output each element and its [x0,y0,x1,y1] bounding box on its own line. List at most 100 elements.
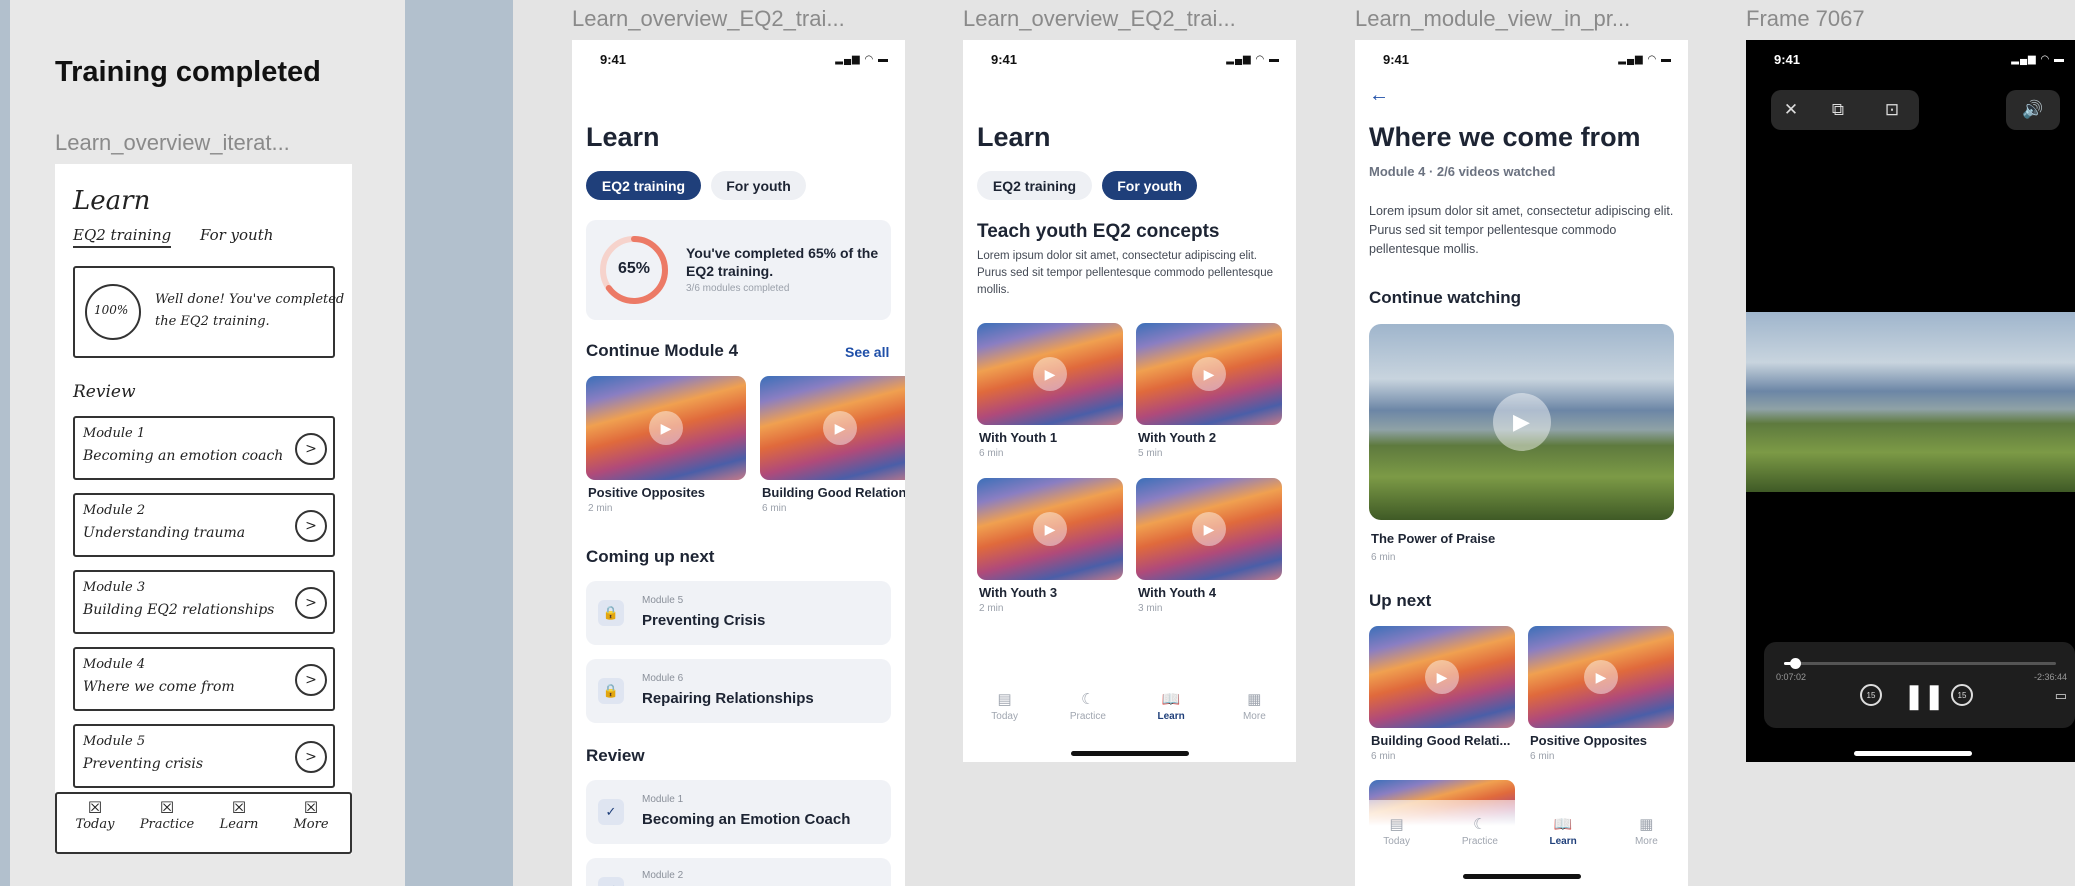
wireframe-progress-label: 100% [94,303,129,317]
video-duration: 3 min [1138,603,1163,614]
wireframe-module-row[interactable]: Module 5 Preventing crisis > [73,724,335,788]
today-icon: ▤ [1389,816,1404,833]
video-title: With Youth 1 [979,430,1058,445]
frame-label-screen3[interactable]: Learn_module_view_in_pr... [1355,6,1630,32]
video-thumbnail[interactable]: ▶ [586,376,746,480]
frame-label-screen2[interactable]: Learn_overview_EQ2_trai... [963,6,1236,32]
wireframe-module-row[interactable]: Module 1 Becoming an emotion coach > [73,416,335,480]
nav-tab-today[interactable]: ▤ Today [970,690,1040,722]
tab-eq2-training[interactable]: EQ2 training [977,171,1092,200]
tab-for-youth[interactable]: For youth [1102,171,1197,200]
play-icon: ▶ [1192,357,1226,391]
wireframe-module-title: Becoming an emotion coach [83,448,284,464]
see-all-link[interactable]: See all [845,344,889,360]
review-card-2[interactable]: ✓ Module 2 [586,858,891,886]
module-card-5[interactable]: 🔒 Module 5 Preventing Crisis [586,581,891,645]
back-arrow-icon[interactable]: ← [1369,84,1389,107]
section-body: Lorem ipsum dolor sit amet, consectetur … [977,250,1273,296]
canvas-left-edge [0,0,10,886]
skip-back-icon[interactable]: 15 [1860,684,1882,706]
video-frame[interactable] [1746,312,2075,492]
nav-tab-practice[interactable]: ☾ Practice [1053,690,1123,722]
captions-icon[interactable]: ▭ [2055,688,2067,704]
wireframe-nav-item[interactable]: ☒ Today [65,798,125,832]
frame-label-wireframe[interactable]: Learn_overview_iterat... [55,130,290,156]
review-card-1[interactable]: ✓ Module 1 Becoming an Emotion Coach [586,780,891,844]
continue-module-heading: Continue Module 4 [586,341,739,360]
nav-tab-learn[interactable]: 📖 Learn [1528,815,1598,847]
picture-in-picture-icon[interactable]: ⧉ [1811,90,1865,130]
tab-for-youth[interactable]: For youth [711,171,806,200]
skip-forward-icon[interactable]: 15 [1951,684,1973,706]
tab-eq2-training[interactable]: EQ2 training [586,171,701,200]
video-title: With Youth 3 [979,585,1058,600]
wireframe-module-title: Where we come from [83,679,235,695]
close-icon[interactable]: ✕ [1771,90,1811,130]
placeholder-icon: ☒ [87,798,103,817]
wireframe-module-number: Module 2 [83,503,146,518]
nav-tab-label: Learn [1549,836,1577,847]
pause-icon[interactable]: ❚❚ [1904,682,1944,711]
video-title: Positive Opposites [588,485,706,500]
nav-tab-learn[interactable]: 📖 Learn [1136,690,1206,722]
section-divider [405,0,513,886]
nav-tab-label: More [1242,711,1266,722]
video-thumbnail[interactable]: ▶ [1369,626,1515,728]
volume-icon[interactable]: 🔊 [2006,90,2060,130]
play-icon: ▶ [649,411,683,445]
fullscreen-icon[interactable]: ⊡ [1865,90,1919,130]
wireframe-tab-youth[interactable]: For youth [200,226,273,244]
frame-label-screen1[interactable]: Learn_overview_EQ2_trai... [572,6,845,32]
video-thumbnail[interactable]: ▶ [977,323,1123,425]
practice-icon: ☾ [1473,816,1487,833]
screen-learn-youth: 9:41 ▂▄▆ ◠ ▬ Learn EQ2 training For yout… [963,40,1296,762]
check-icon: ✓ [598,799,624,825]
wireframe-nav-item[interactable]: ☒ More [281,798,341,832]
play-icon: ▶ [823,411,857,445]
video-thumbnail[interactable]: ▶ [760,376,905,480]
playback-controls: 0:07:02 -2:36:44 15 ❚❚ 15 ▭ [1764,642,2075,728]
nav-tab-label: Today [991,711,1018,722]
status-time: 9:41 [600,52,627,67]
chevron-right-icon[interactable]: > [295,587,327,619]
wireframe-nav-label: Today [75,817,115,832]
video-title: With Youth 2 [1138,430,1217,445]
nav-tab-practice[interactable]: ☾ Practice [1445,815,1515,847]
video-title: Building Good Relations [762,485,905,500]
video-duration: 6 min [979,448,1004,459]
coming-up-heading: Coming up next [586,547,715,566]
video-thumbnail[interactable]: ▶ [1528,626,1674,728]
status-time: 9:41 [991,52,1018,67]
nav-tab-more[interactable]: ▦ More [1611,815,1681,847]
frame-label-screen4[interactable]: Frame 7067 [1746,6,1865,32]
progress-percent: 65% [617,260,651,277]
chevron-right-icon[interactable]: > [295,433,327,465]
practice-icon: ☾ [1081,691,1095,708]
chevron-right-icon[interactable]: > [295,664,327,696]
page-title: Learn [586,122,660,152]
wireframe-module-title: Understanding trauma [83,525,246,541]
nav-tab-more[interactable]: ▦ More [1219,690,1289,722]
featured-video[interactable]: ▶ [1369,324,1674,520]
wireframe-module-row[interactable]: Module 3 Building EQ2 relationships > [73,570,335,634]
chevron-right-icon[interactable]: > [295,510,327,542]
wireframe-tab-eq2[interactable]: EQ2 training [73,226,172,248]
wireframe-frame[interactable]: Learn EQ2 training For youth 100% Well d… [55,164,352,854]
scrubber-handle[interactable] [1789,658,1801,669]
scrubber-track[interactable] [1784,658,2056,669]
module-card-6[interactable]: 🔒 Module 6 Repairing Relationships [586,659,891,723]
video-title: Positive Opposites [1530,733,1648,748]
chevron-right-icon[interactable]: > [295,741,327,773]
wireframe-module-row[interactable]: Module 2 Understanding trauma > [73,493,335,557]
wireframe-module-title: Building EQ2 relationships [83,602,275,618]
nav-tab-today[interactable]: ▤ Today [1362,815,1432,847]
video-thumbnail[interactable]: ▶ [1136,478,1282,580]
video-thumbnail[interactable]: ▶ [1136,323,1282,425]
progress-card[interactable]: 65% You've completed 65% of the EQ2 trai… [586,220,891,320]
video-thumbnail[interactable]: ▶ [977,478,1123,580]
wireframe-nav-item[interactable]: ☒ Practice [137,798,197,832]
progress-subtext: 3/6 modules completed [686,283,790,294]
wireframe-nav-item[interactable]: ☒ Learn [209,798,269,832]
module-description: Lorem ipsum dolor sit amet, consectetur … [1369,204,1674,256]
wireframe-module-row[interactable]: Module 4 Where we come from > [73,647,335,711]
